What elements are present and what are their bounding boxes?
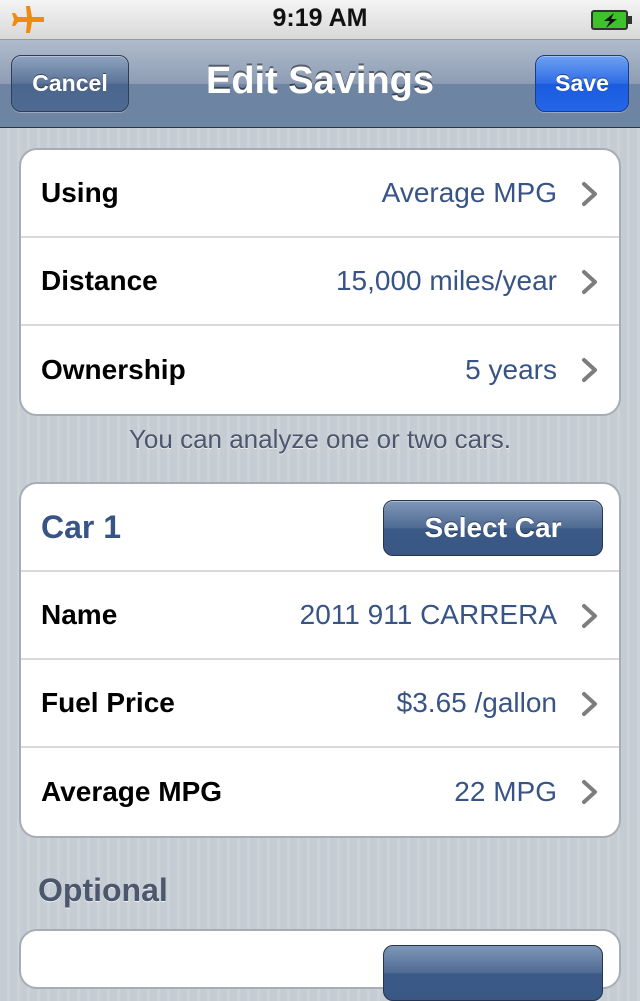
settings-group: Using Average MPG Distance 15,000 miles/… xyxy=(19,148,621,416)
chevron-right-icon xyxy=(582,780,597,804)
status-bar: 9:19 AM xyxy=(0,0,640,40)
settings-footer-note: You can analyze one or two cars. xyxy=(128,424,512,454)
row-value: $3.65 /gallon xyxy=(396,687,557,718)
navigation-bar: Cancel Edit Savings Save xyxy=(0,40,640,128)
row-label: Fuel Price xyxy=(41,687,175,718)
row-label: Using xyxy=(41,177,119,208)
row-value: 2011 911 CARRERA xyxy=(299,599,557,630)
row-ownership[interactable]: Ownership 5 years xyxy=(21,326,619,414)
row-distance[interactable]: Distance 15,000 miles/year xyxy=(21,238,619,326)
optional-select-car-button[interactable] xyxy=(383,945,603,1001)
save-button[interactable]: Save xyxy=(535,55,629,112)
car1-title: Car 1 xyxy=(41,508,122,545)
select-car-button[interactable]: Select Car xyxy=(383,500,603,556)
row-value: 5 years xyxy=(465,354,557,385)
row-value: 15,000 miles/year xyxy=(335,265,557,296)
chevron-right-icon xyxy=(582,358,597,382)
row-fuel-price[interactable]: Fuel Price $3.65 /gallon xyxy=(21,660,619,748)
row-name[interactable]: Name 2011 911 CARRERA xyxy=(21,572,619,660)
chevron-right-icon xyxy=(582,604,597,628)
row-label: Ownership xyxy=(41,354,186,385)
car1-group: Car 1 Select Car Name 2011 911 CARRERA F… xyxy=(19,482,621,838)
optional-group xyxy=(19,929,621,1001)
chevron-right-icon xyxy=(582,182,597,206)
optional-section-header: Optional xyxy=(38,872,168,908)
row-using[interactable]: Using Average MPG xyxy=(21,150,619,238)
row-value: 22 MPG xyxy=(454,776,557,807)
chevron-right-icon xyxy=(582,270,597,294)
row-average-mpg[interactable]: Average MPG 22 MPG xyxy=(21,748,619,836)
battery-charging-icon xyxy=(591,10,632,30)
car1-header-row: Car 1 Select Car xyxy=(21,484,619,572)
row-label: Average MPG xyxy=(41,776,223,807)
row-label: Distance xyxy=(41,265,158,296)
row-label: Name xyxy=(41,599,118,630)
row-value: Average MPG xyxy=(381,177,557,208)
chevron-right-icon xyxy=(582,692,597,716)
status-time: 9:19 AM xyxy=(272,4,368,32)
